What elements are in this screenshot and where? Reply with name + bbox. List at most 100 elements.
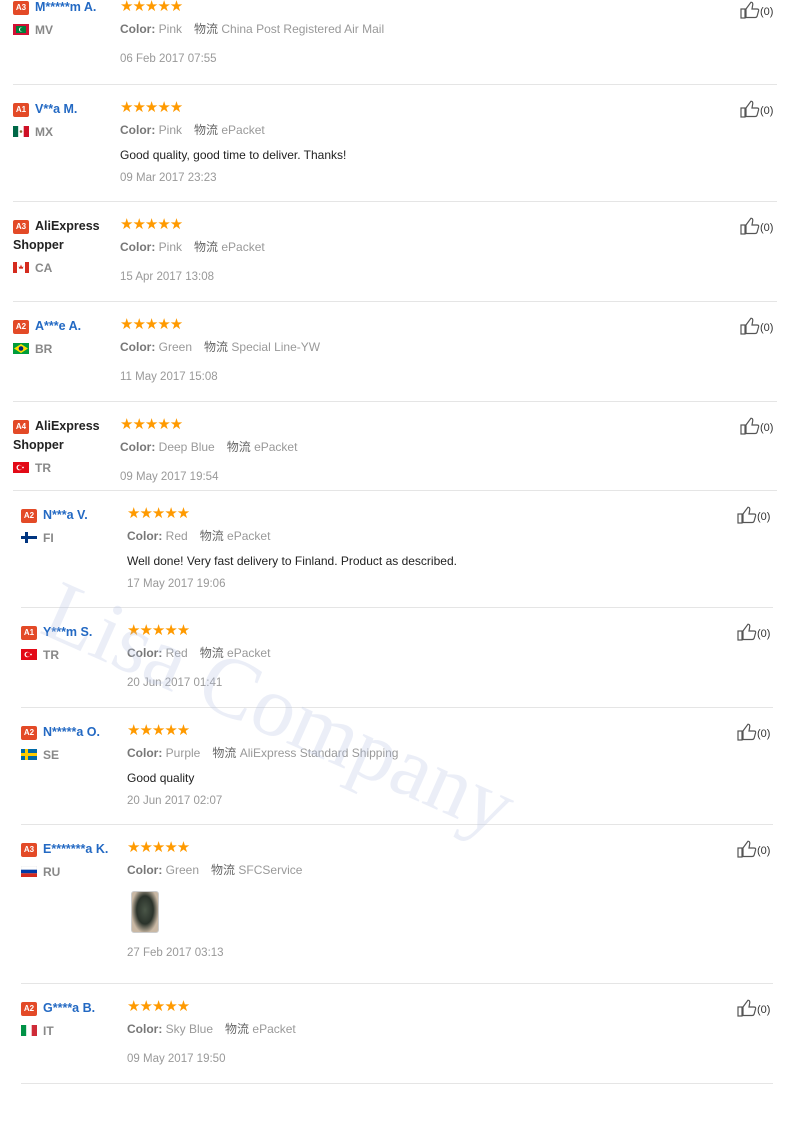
reviewer-name[interactable]: Y***m S. xyxy=(43,625,92,639)
divider xyxy=(21,607,773,608)
helpful-button[interactable]: (0) xyxy=(737,723,770,741)
rating-stars-icon: ★★★★★ xyxy=(120,216,183,233)
buyer-level-badge: A2 xyxy=(21,726,37,740)
helpful-button[interactable]: (0) xyxy=(740,417,773,435)
shipping-label: 物流 xyxy=(226,440,251,454)
thumbs-up-icon xyxy=(737,840,757,858)
color-value: Green xyxy=(158,340,193,354)
review-date: 06 Feb 2017 07:55 xyxy=(120,53,217,65)
rating-stars-icon: ★★★★★ xyxy=(127,722,190,739)
reviewer-name[interactable]: V**a M. xyxy=(35,102,77,116)
reviewer-info: A1 V**a M. MX xyxy=(13,100,123,139)
review-item: A3 E*******a K. RU ★★★★★ Color: Green 物流 S… xyxy=(21,840,773,984)
divider xyxy=(13,490,777,491)
shipping-label: 物流 xyxy=(204,340,229,354)
color-label: Color: xyxy=(120,440,156,454)
reviewer-name[interactable]: N***a V. xyxy=(43,508,88,522)
shipping-value: ePacket xyxy=(227,529,271,543)
order-info: Color: Sky Blue 物流 ePacket xyxy=(127,1022,296,1036)
shipping-value: ePacket xyxy=(254,440,298,454)
order-info: Color: Deep Blue 物流 ePacket xyxy=(120,440,297,454)
country-code: CA xyxy=(35,261,53,275)
buyer-level-badge: A3 xyxy=(13,1,29,15)
reviewer-country: MV xyxy=(13,23,123,37)
shipping-label: 物流 xyxy=(194,22,219,36)
divider xyxy=(13,301,777,302)
flag-icon xyxy=(13,262,29,273)
flag-icon xyxy=(13,126,29,137)
order-info: Color: Pink 物流 China Post Registered Air … xyxy=(120,22,384,36)
helpful-button[interactable]: (0) xyxy=(740,100,773,118)
divider xyxy=(13,401,777,402)
helpful-count: (0) xyxy=(757,1004,771,1016)
reviewer-name[interactable]: N*****a O. xyxy=(43,725,100,739)
buyer-level-badge: A2 xyxy=(21,1002,37,1016)
reviewer-info: A2 A***e A. BR xyxy=(13,317,123,356)
shipping-value: AliExpress Standard Shipping xyxy=(239,746,399,760)
helpful-button[interactable]: (0) xyxy=(737,999,770,1017)
shipping-label: 物流 xyxy=(212,746,237,760)
divider xyxy=(21,707,773,708)
thumbs-up-icon xyxy=(740,100,760,118)
review-date: 15 Apr 2017 13:08 xyxy=(120,271,214,283)
helpful-count: (0) xyxy=(757,728,771,740)
flag-icon xyxy=(21,532,37,543)
shipping-label: 物流 xyxy=(225,1022,250,1036)
color-value: Purple xyxy=(165,746,201,760)
helpful-button[interactable]: (0) xyxy=(740,317,773,335)
reviewer-name[interactable]: M*****m A. xyxy=(35,0,96,14)
divider xyxy=(21,1083,773,1084)
review-date: 09 May 2017 19:50 xyxy=(127,1053,226,1065)
order-info: Color: Green 物流 Special Line-YW xyxy=(120,340,320,354)
reviewer-country: MX xyxy=(13,125,123,139)
review-item: A2 N*****a O. SE ★★★★★ Color: Purple 物流 Al… xyxy=(21,723,773,825)
reviewer-country: CA xyxy=(13,261,123,275)
reviewer-country: RU xyxy=(21,865,131,879)
helpful-button[interactable]: (0) xyxy=(740,217,773,235)
review-text: Good quality xyxy=(127,771,195,785)
shipping-value: China Post Registered Air Mail xyxy=(221,22,385,36)
buyer-level-badge: A1 xyxy=(21,626,37,640)
color-value: Deep Blue xyxy=(158,440,215,454)
review-content: ★★★★★ Color: Pink 物流 ePacket Good quality… xyxy=(120,100,346,185)
review-item: A4 AliExpress Shopper TR ★★★★★ Color: Dee… xyxy=(13,417,777,491)
reviewer-name[interactable]: A***e A. xyxy=(35,319,81,333)
helpful-count: (0) xyxy=(757,845,771,857)
reviewer-name[interactable]: G****a B. xyxy=(43,1001,95,1015)
buyer-level-badge: A3 xyxy=(21,843,37,857)
review-photo-thumbnail[interactable] xyxy=(131,891,159,933)
helpful-button[interactable]: (0) xyxy=(740,1,773,19)
reviewer-country: BR xyxy=(13,342,123,356)
review-content: ★★★★★ Color: Sky Blue 物流 ePacket 09 May 2… xyxy=(127,999,296,1066)
review-item: A3 M*****m A. MV ★★★★★ Color: Pink 物流 Chin… xyxy=(13,0,777,85)
review-date: 20 Jun 2017 02:07 xyxy=(127,795,223,807)
review-text: Well done! Very fast delivery to Finland… xyxy=(127,554,457,568)
review-item: A3 AliExpress Shopper CA ★★★★★ Color: Pin… xyxy=(13,217,777,302)
helpful-button[interactable]: (0) xyxy=(737,840,770,858)
rating-stars-icon: ★★★★★ xyxy=(120,99,183,116)
reviewer-country: FI xyxy=(21,531,131,545)
flag-icon xyxy=(13,462,29,473)
shipping-value: ePacket xyxy=(227,646,271,660)
reviewer-country: TR xyxy=(13,461,123,475)
color-value: Red xyxy=(165,646,188,660)
helpful-button[interactable]: (0) xyxy=(737,506,770,524)
reviewer-info: A2 G****a B. IT xyxy=(21,999,131,1038)
helpful-count: (0) xyxy=(757,511,771,523)
buyer-level-badge: A2 xyxy=(21,509,37,523)
helpful-button[interactable]: (0) xyxy=(737,623,770,641)
flag-icon xyxy=(21,866,37,877)
shipping-value: ePacket xyxy=(221,123,265,137)
reviewer-name[interactable]: E*******a K. xyxy=(43,842,108,856)
order-info: Color: Red 物流 ePacket xyxy=(127,646,270,660)
shipping-label: 物流 xyxy=(194,123,219,137)
thumbs-up-icon xyxy=(740,417,760,435)
thumbs-up-icon xyxy=(737,506,757,524)
color-label: Color: xyxy=(120,340,156,354)
color-value: Pink xyxy=(158,22,183,36)
color-label: Color: xyxy=(120,22,156,36)
country-code: MX xyxy=(35,125,53,139)
review-date: 09 May 2017 19:54 xyxy=(120,471,219,483)
thumbs-up-icon xyxy=(740,217,760,235)
country-code: FI xyxy=(43,531,54,545)
